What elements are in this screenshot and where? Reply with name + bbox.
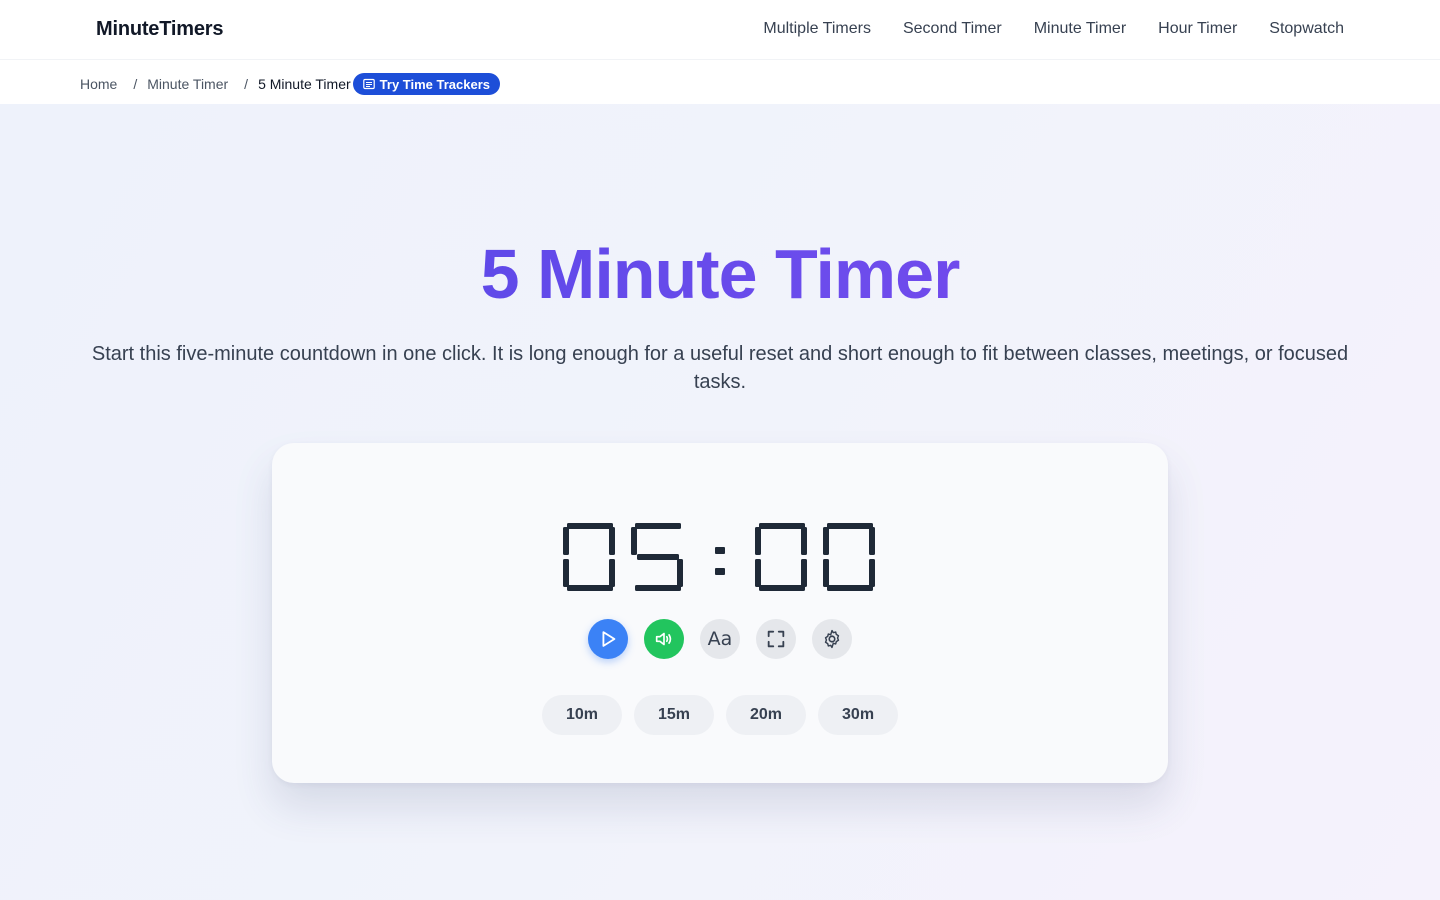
digit-segment-f (563, 527, 569, 555)
timer-controls: Aa (272, 619, 1168, 659)
timer-digit (631, 523, 683, 591)
fullscreen-button[interactable] (756, 619, 796, 659)
digit-segment-b (869, 527, 875, 555)
breadcrumb-bar: Home / Minute Timer / 5 Minute Timer Try… (0, 61, 1440, 103)
nav-stopwatch[interactable]: Stopwatch (1269, 20, 1344, 38)
digit-segment-a (827, 523, 873, 529)
settings-button[interactable] (812, 619, 852, 659)
fullscreen-icon (767, 630, 785, 648)
page-description: Start this five-minute countdown in one … (91, 343, 1349, 393)
breadcrumb-home[interactable]: Home (80, 76, 117, 92)
digit-segment-f (823, 527, 829, 555)
digit-segment-c (609, 559, 615, 587)
try-time-trackers-label: Try Time Trackers (379, 76, 490, 92)
timer-digit (823, 523, 875, 591)
digit-segment-e (563, 559, 569, 587)
digit-segment-c (677, 559, 683, 587)
preset-buttons: 10m 15m 20m 30m (272, 695, 1168, 735)
timer-display (272, 517, 1168, 597)
digit-segment-d (827, 585, 873, 591)
digit-segment-e (823, 559, 829, 587)
timer-digit (563, 523, 615, 591)
nav-links: Multiple Timers Second Timer Minute Time… (763, 20, 1344, 38)
preset-30m-button[interactable]: 30m (818, 695, 899, 735)
breadcrumb-separator: / (133, 76, 138, 92)
tracker-icon (362, 78, 375, 90)
preset-15m-button[interactable]: 15m (633, 695, 714, 735)
digit-segment-b (801, 527, 807, 555)
digit-segment-a (759, 523, 805, 529)
timer-card: Aa 10m 15m 20m 30m (272, 443, 1168, 783)
digit-segment-d (635, 585, 681, 591)
preset-10m-button[interactable]: 10m (541, 695, 622, 735)
digit-segment-b (609, 527, 615, 555)
digit-segment-e (755, 559, 761, 587)
nav-second-timer[interactable]: Second Timer (903, 20, 1002, 38)
digit-segment-c (869, 559, 875, 587)
timer-digit (755, 523, 807, 591)
digit-segment-c (801, 559, 807, 587)
top-navigation: MinuteTimers Multiple Timers Second Time… (0, 0, 1440, 60)
page-title: 5 Minute Timer (0, 234, 1440, 314)
nav-multiple-timers[interactable]: Multiple Timers (763, 20, 871, 38)
nav-hour-timer[interactable]: Hour Timer (1158, 20, 1237, 38)
brand-logo[interactable]: MinuteTimers (96, 18, 223, 41)
font-icon: Aa (707, 628, 733, 650)
digit-segment-d (759, 585, 805, 591)
gear-icon (824, 629, 840, 649)
digit-segment-a (635, 523, 681, 529)
breadcrumb-current: 5 Minute Timer (258, 76, 351, 92)
play-button[interactable] (588, 619, 628, 659)
digit-segment-d (567, 585, 613, 591)
speaker-icon (655, 632, 672, 646)
digit-segment-f (631, 527, 637, 555)
preset-20m-button[interactable]: 20m (726, 695, 807, 735)
digit-segment-a (567, 523, 613, 529)
font-button[interactable]: Aa (700, 619, 740, 659)
sound-button[interactable] (644, 619, 684, 659)
play-icon (602, 631, 616, 647)
nav-minute-timer[interactable]: Minute Timer (1034, 20, 1126, 38)
try-time-trackers-button[interactable]: Try Time Trackers (352, 73, 500, 95)
timer-colon (715, 547, 725, 575)
digit-segment-g (637, 554, 679, 560)
hero-section: 5 Minute Timer Start this five-minute co… (0, 104, 1440, 900)
digit-segment-f (755, 527, 761, 555)
breadcrumb-separator: / (244, 76, 249, 92)
breadcrumb: Home / Minute Timer / 5 Minute Timer Try… (80, 73, 500, 95)
breadcrumb-minute-timer[interactable]: Minute Timer (147, 76, 228, 92)
